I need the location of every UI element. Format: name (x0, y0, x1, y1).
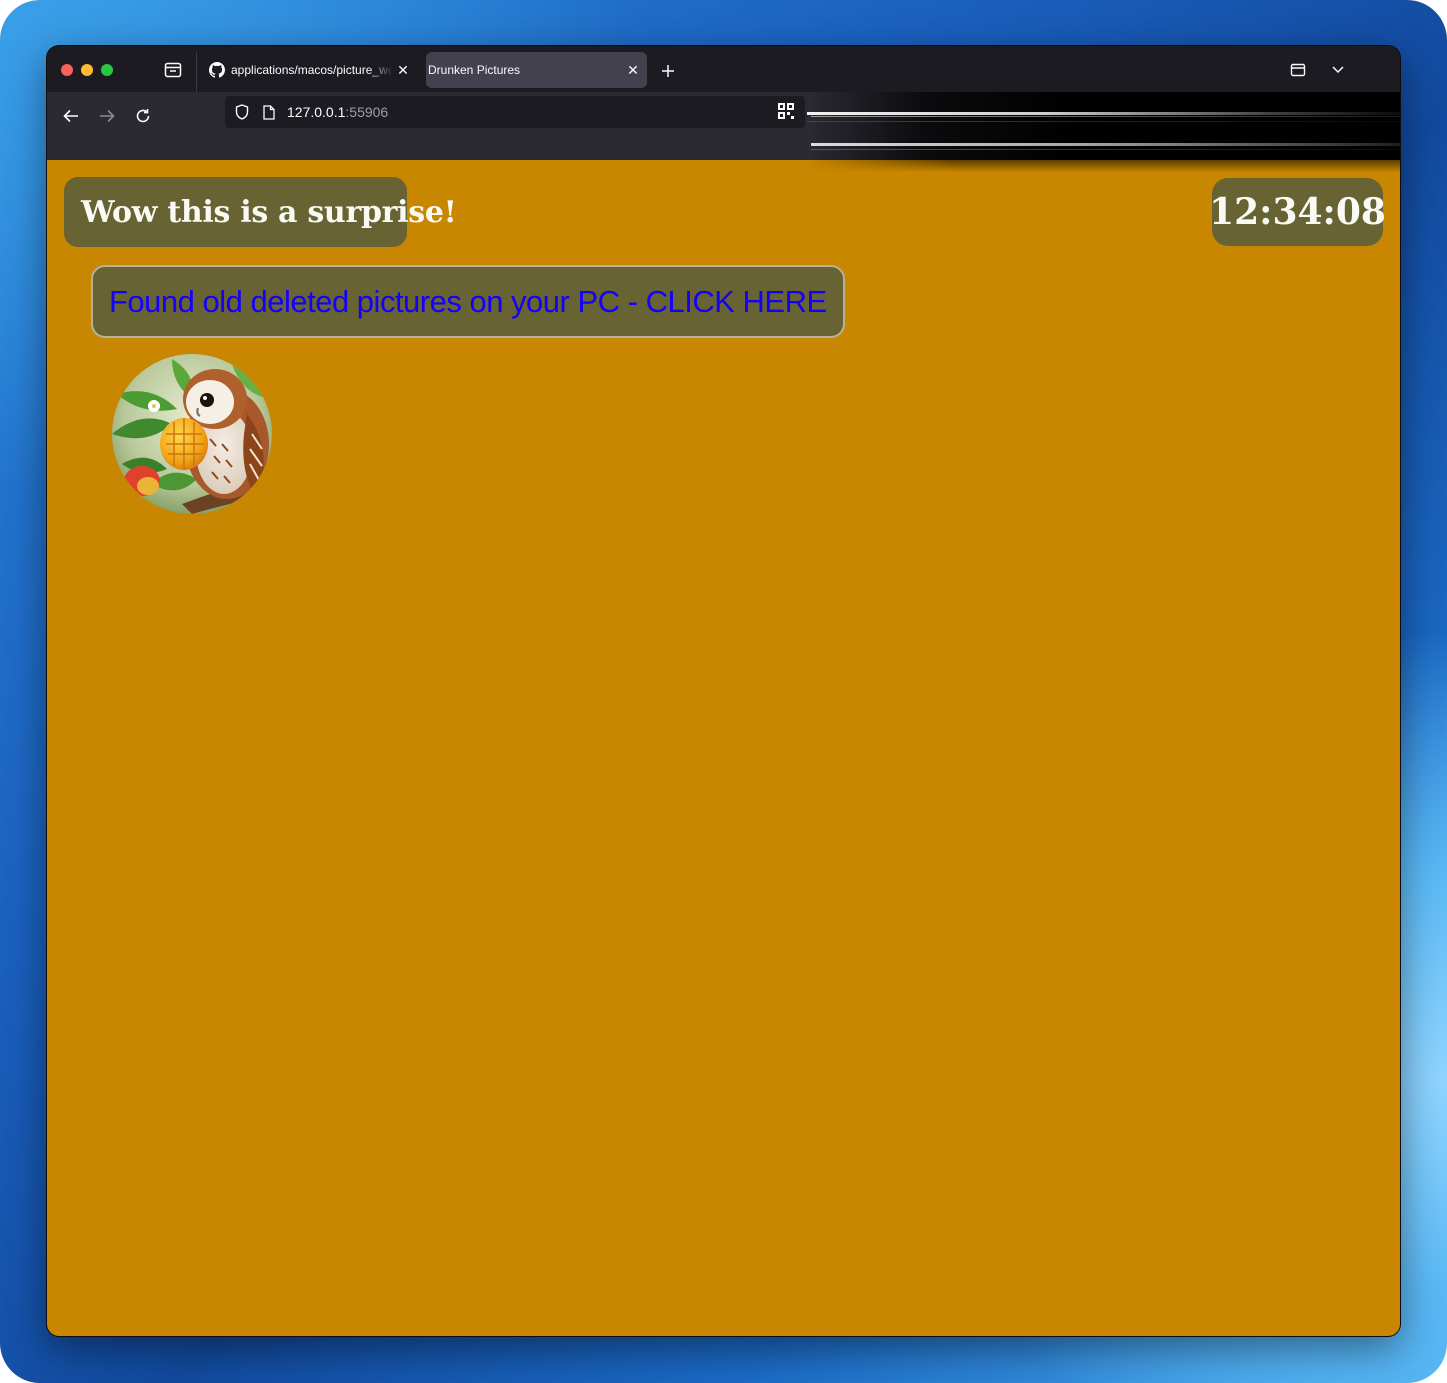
close-tab-icon[interactable]: ✕ (623, 60, 643, 80)
surprise-banner: Wow this is a surprise! (64, 177, 457, 247)
tab-separator (196, 52, 197, 92)
address-bar[interactable]: 127.0.0.1:55906 (225, 96, 805, 128)
minimize-window-button[interactable] (81, 64, 93, 76)
glitch-shade (807, 160, 1400, 172)
desktop-wallpaper: applications/macos/picture_web ✕ Drunken… (0, 0, 1447, 1383)
page-content: Wow this is a surprise! 12:34:08 Found o… (47, 160, 1400, 1336)
tab-overview-icon[interactable] (163, 60, 183, 80)
tab-drunken-pictures[interactable]: Drunken Pictures ✕ (426, 52, 647, 88)
zoom-window-button[interactable] (101, 64, 113, 76)
reload-icon[interactable] (127, 100, 159, 132)
github-icon (209, 62, 225, 78)
url-text: 127.0.0.1:55906 (287, 104, 388, 120)
owl-mango-image (112, 354, 272, 514)
url-host: 127.0.0.1 (287, 104, 346, 120)
sidebar-toggle-icon[interactable] (1288, 60, 1308, 80)
deleted-pictures-link[interactable]: Found old deleted pictures on your PC - … (91, 265, 845, 338)
page-info-icon[interactable] (261, 103, 277, 121)
new-tab-button[interactable] (657, 60, 679, 82)
close-tab-icon[interactable]: ✕ (393, 60, 413, 80)
list-all-tabs-icon[interactable] (1328, 60, 1348, 80)
tab-github[interactable]: applications/macos/picture_web ✕ (203, 52, 417, 88)
tab-title: Drunken Pictures (428, 63, 521, 77)
qr-code-extension-icon[interactable] (778, 103, 794, 119)
clock-display: 12:34:08 (1209, 178, 1386, 246)
back-icon[interactable] (55, 100, 87, 132)
tracking-protection-shield-icon[interactable] (233, 103, 251, 121)
url-port: :55906 (345, 104, 389, 120)
tab-title: applications/macos/picture_web (231, 63, 393, 77)
forward-icon[interactable] (91, 100, 123, 132)
tab-bar: applications/macos/picture_web ✕ Drunken… (47, 46, 1400, 92)
close-window-button[interactable] (61, 64, 73, 76)
browser-window: applications/macos/picture_web ✕ Drunken… (47, 46, 1400, 1336)
